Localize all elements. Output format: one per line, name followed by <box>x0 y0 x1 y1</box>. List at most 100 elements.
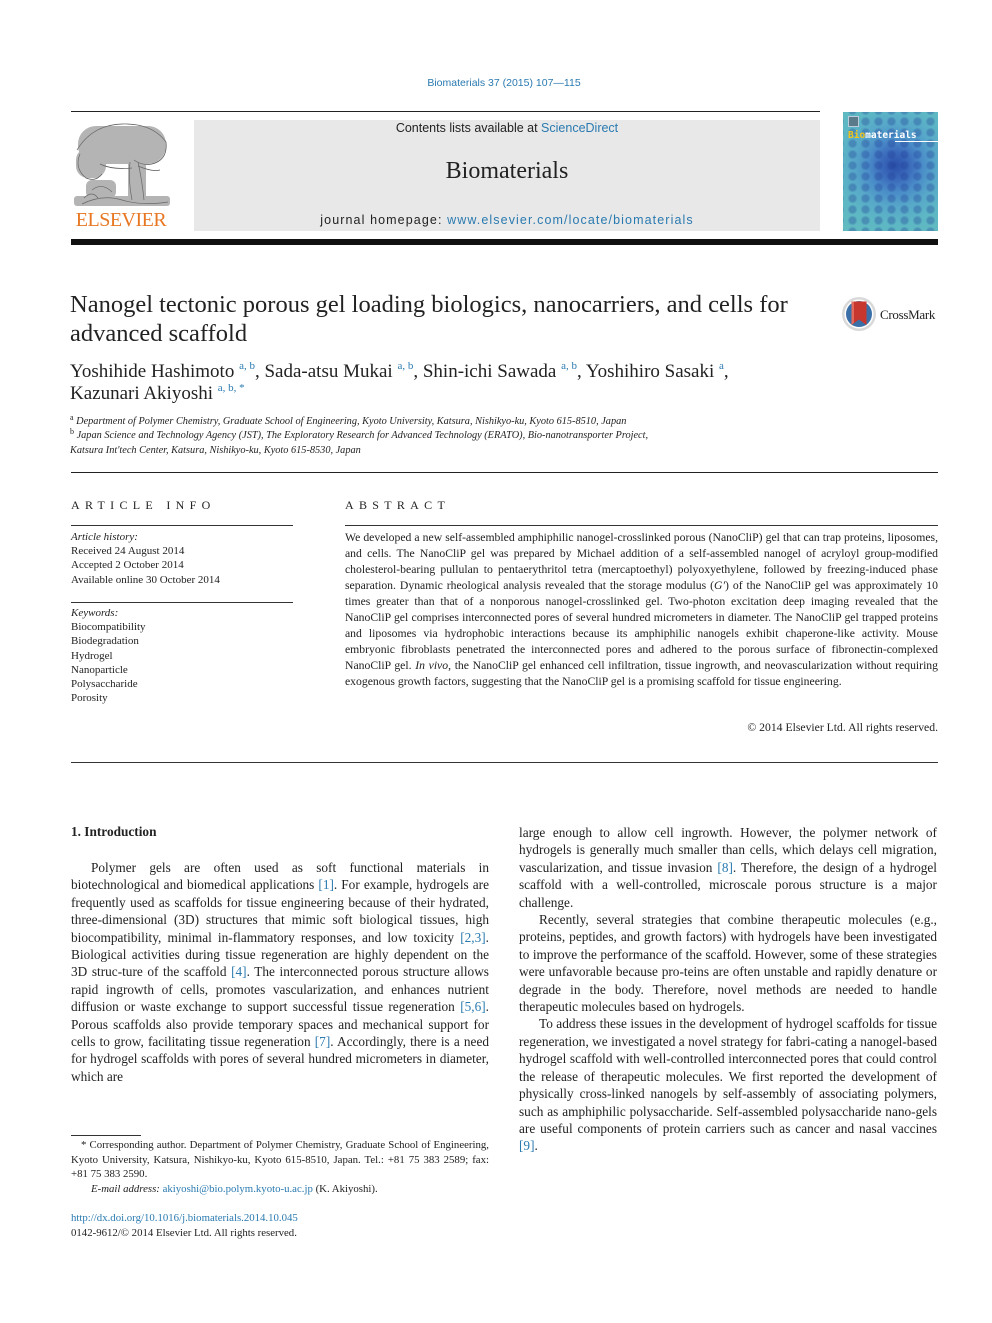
header-top-rule <box>71 111 820 112</box>
abstract-symbol: G′ <box>714 579 725 592</box>
affiliation-text: Japan Science and Technology Agency (JST… <box>76 430 649 442</box>
paragraph: To address these issues in the developme… <box>519 1015 937 1154</box>
paragraph: Recently, several strategies that combin… <box>519 911 937 1015</box>
abstract-heading: ABSTRACT <box>345 498 451 512</box>
author-name[interactable]: Sada-atsu Mukai <box>264 361 392 382</box>
footnote-rule <box>71 1135 141 1136</box>
author-affiliation-marks[interactable]: a, b <box>561 360 577 372</box>
reference-link[interactable]: [5,6] <box>460 999 485 1014</box>
journal-homepage-link[interactable]: www.elsevier.com/locate/biomaterials <box>447 213 694 227</box>
crossmark-button[interactable]: CrossMark <box>841 296 941 334</box>
affiliation-text: Katsura Int'tech Center, Katsura, Nishik… <box>70 444 361 456</box>
reference-link[interactable]: [4] <box>231 964 247 979</box>
affiliation-a: a Department of Polymer Chemistry, Gradu… <box>70 413 940 429</box>
contents-prefix: Contents lists available at <box>395 121 542 135</box>
crossmark-label: CrossMark <box>880 307 936 322</box>
abstract-text: We developed a new self-assembled amphip… <box>345 530 938 690</box>
reference-link[interactable]: [9] <box>519 1138 535 1153</box>
email-label: E-mail address: <box>91 1182 163 1195</box>
author-name[interactable]: Yoshihiro Sasaki <box>586 361 714 382</box>
author[interactable]: Yoshihiro Sasaki a, <box>586 361 729 383</box>
body-column-right: large enough to allow cell ingrowth. How… <box>519 824 937 1155</box>
email-link[interactable]: akiyoshi@bio.polym.kyoto-u.ac.jp <box>163 1183 313 1195</box>
abstract-copyright: © 2014 Elsevier Ltd. All rights reserved… <box>747 721 938 734</box>
doi-link[interactable]: http://dx.doi.org/10.1016/j.biomaterials… <box>71 1212 298 1224</box>
reference-link[interactable]: [7] <box>315 1034 331 1049</box>
history-online: Available online 30 October 2014 <box>71 573 220 586</box>
sciencedirect-link[interactable]: ScienceDirect <box>541 121 618 135</box>
author[interactable]: Shin-ichi Sawada a, b, <box>423 360 586 383</box>
elsevier-logo[interactable]: ELSEVIER <box>70 120 172 232</box>
affiliation-mark: b <box>70 427 74 437</box>
journal-name: Biomaterials <box>445 158 569 184</box>
journal-homepage-line: journal homepage: www.elsevier.com/locat… <box>194 213 820 227</box>
crossmark-icon <box>842 297 876 331</box>
citation-link[interactable]: Biomaterials 37 (2015) 107—115 <box>427 77 580 89</box>
section-heading-introduction: 1. Introduction <box>71 824 157 839</box>
article-info-heading: ARTICLE INFO <box>71 498 216 512</box>
abstract-italic: In vivo <box>415 659 449 672</box>
author-name[interactable]: Yoshihide Hashimoto <box>70 361 234 382</box>
keyword: Porosity <box>71 692 108 705</box>
affiliation-text: Department of Polymer Chemistry, Graduat… <box>76 416 627 427</box>
author-affiliation-marks[interactable]: a, b <box>239 360 255 372</box>
keywords-label: Keywords: <box>71 607 119 619</box>
author[interactable]: Kazunari Akiyoshi a, b, * <box>70 382 245 405</box>
keyword: Hydrogel <box>71 649 113 662</box>
contents-line: Contents lists available at ScienceDirec… <box>194 121 820 135</box>
author-separator: , <box>723 361 729 382</box>
reference-link[interactable]: [2,3] <box>460 930 485 945</box>
author-list: Yoshihide Hashimoto a, b, Sada-atsu Muka… <box>70 361 940 405</box>
article-info-rule <box>71 525 293 526</box>
author-separator: , <box>577 361 586 382</box>
header-thick-rule <box>71 239 938 245</box>
paragraph-text: To address these issues in the developme… <box>519 1016 937 1136</box>
paragraph-text: . <box>534 1138 538 1154</box>
affiliation-mark: a <box>70 413 74 422</box>
paragraph: large enough to allow cell ingrowth. How… <box>519 824 937 911</box>
email-line: E-mail address: akiyoshi@bio.polym.kyoto… <box>71 1182 489 1197</box>
affiliation-b-continued: Katsura Int'tech Center, Katsura, Nishik… <box>70 444 940 458</box>
footnote: * Corresponding author. Department of Po… <box>71 1138 489 1196</box>
author-name[interactable]: Kazunari Akiyoshi <box>70 383 213 404</box>
email-suffix: (K. Akiyoshi). <box>312 1182 378 1195</box>
cover-title-rest: materials <box>865 130 917 141</box>
body-column-left: Polymer gels are often used as soft func… <box>71 859 489 1085</box>
article-history-label: Article history: <box>71 531 138 543</box>
cover-title: Biomaterials <box>848 130 917 141</box>
affiliation-b: b Japan Science and Technology Agency (J… <box>70 427 940 443</box>
keyword: Biodegradation <box>71 635 139 648</box>
reference-link[interactable]: [1] <box>318 877 334 892</box>
journal-citation[interactable]: Biomaterials 37 (2015) 107—115 <box>0 77 992 89</box>
author-affiliation-marks[interactable]: a, b <box>397 360 413 372</box>
journal-banner: Contents lists available at ScienceDirec… <box>194 120 820 231</box>
article-title: Nanogel tectonic porous gel loading biol… <box>70 291 788 347</box>
keywords-rule <box>71 602 293 603</box>
journal-cover-thumbnail[interactable]: Biomaterials <box>843 112 938 231</box>
paragraph: Polymer gels are often used as soft func… <box>71 859 489 1085</box>
homepage-prefix: journal homepage: <box>320 213 448 227</box>
history-accepted: Accepted 2 October 2014 <box>71 559 184 572</box>
elsevier-wordmark: ELSEVIER <box>75 209 167 231</box>
keyword: Polysaccharide <box>71 678 138 691</box>
cover-title-accent: Bio <box>848 130 866 141</box>
author[interactable]: Sada-atsu Mukai a, b, <box>264 360 423 383</box>
history-received: Received 24 August 2014 <box>71 545 185 558</box>
author[interactable]: Yoshihide Hashimoto a, b, <box>70 360 264 383</box>
doi-block: http://dx.doi.org/10.1016/j.biomaterials… <box>71 1211 298 1240</box>
elsevier-tree-icon <box>74 123 170 206</box>
keyword: Biocompatibility <box>71 621 146 634</box>
affiliations: a Department of Polymer Chemistry, Gradu… <box>70 413 940 458</box>
author-affiliation-marks[interactable]: a, b, * <box>218 382 245 394</box>
author-separator: , <box>413 361 423 382</box>
paragraph-text: Recently, several strategies that combin… <box>519 912 937 1015</box>
keyword: Nanoparticle <box>71 663 128 676</box>
cover-rule <box>895 141 938 142</box>
section-divider <box>71 472 938 473</box>
keywords: Keywords: Biocompatibility Biodegradatio… <box>71 606 301 705</box>
reference-link[interactable]: [8] <box>717 860 733 875</box>
issn-copyright: 0142-9612/© 2014 Elsevier Ltd. All right… <box>71 1226 297 1239</box>
cover-publisher-badge <box>848 116 859 127</box>
abstract-paragraph: We developed a new self-assembled amphip… <box>345 530 938 690</box>
author-name[interactable]: Shin-ichi Sawada <box>423 361 557 382</box>
